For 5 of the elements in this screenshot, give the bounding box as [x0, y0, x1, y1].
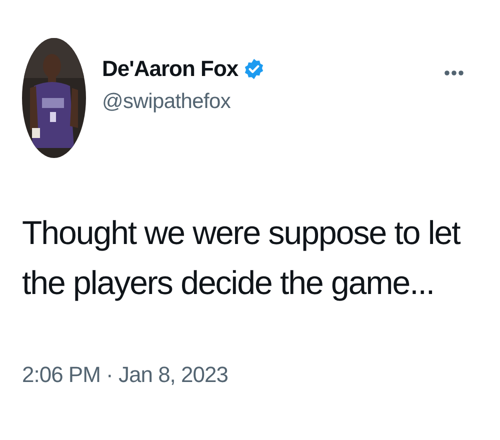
tweet-text: Thought we were suppose to let the players decide the game... — [22, 213, 462, 303]
author-handle[interactable]: @swipathefox — [102, 90, 428, 114]
tweet-timestamp[interactable]: 2:06 PM · Jan 8, 2023 — [22, 362, 478, 388]
author-name[interactable]: De'Aaron Fox — [102, 56, 238, 82]
more-icon[interactable] — [444, 70, 464, 76]
